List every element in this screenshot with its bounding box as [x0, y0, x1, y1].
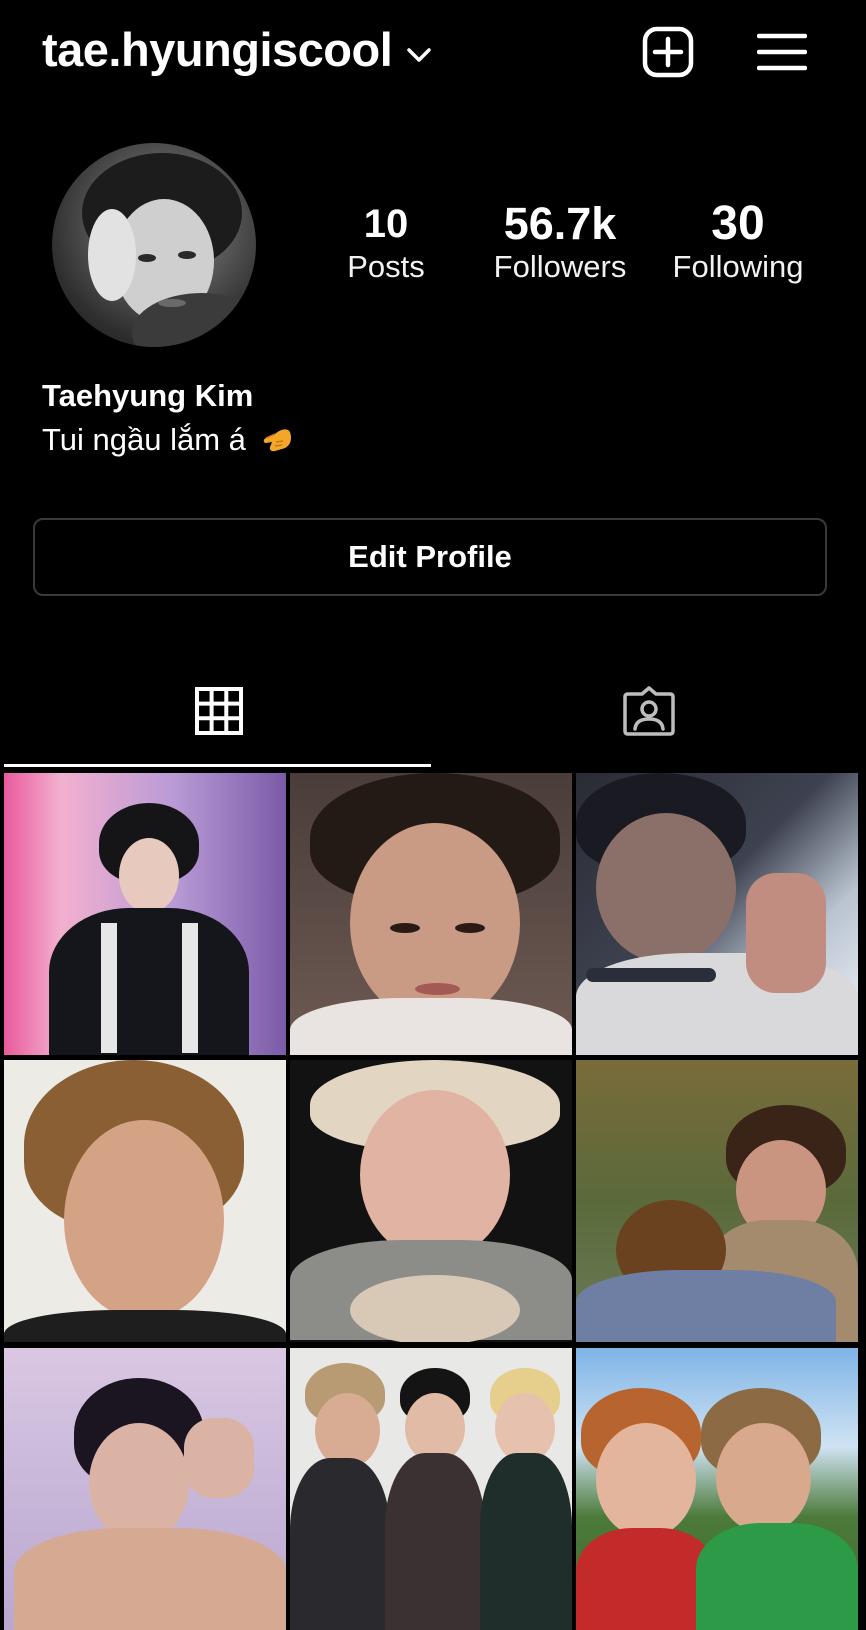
tagged-user-icon — [623, 686, 675, 736]
followers-count: 56.7k — [503, 198, 617, 249]
posts-count: 10 — [363, 202, 409, 246]
account-switcher[interactable]: tae.hyungiscool — [42, 18, 432, 82]
menu-icon — [757, 33, 807, 71]
followers-label: Followers — [493, 249, 627, 284]
tab-grid[interactable] — [4, 656, 434, 766]
post-thumbnail-9[interactable] — [576, 1348, 858, 1630]
display-name: Taehyung Kim — [42, 378, 254, 413]
following-count: 30 — [711, 197, 765, 250]
post-thumbnail-3[interactable] — [576, 773, 858, 1055]
new-post-button[interactable] — [638, 22, 698, 82]
tab-tagged[interactable] — [434, 656, 864, 766]
profile-screen: tae.hyungiscool 10 Posts 56.7k Followers… — [0, 0, 866, 1630]
profile-avatar[interactable] — [52, 143, 256, 347]
following-label: Following — [672, 249, 804, 284]
followers-stat[interactable]: 56.7k Followers — [485, 200, 635, 286]
bio: Tui ngầu lắm á — [42, 418, 294, 462]
pointing-hand-emoji-icon — [263, 429, 291, 452]
post-thumbnail-4[interactable] — [4, 1060, 286, 1342]
post-thumbnail-2[interactable] — [290, 773, 572, 1055]
avatar-photo — [82, 153, 256, 347]
menu-button[interactable] — [752, 22, 812, 82]
active-tab-indicator — [4, 764, 431, 767]
edit-profile-button[interactable]: Edit Profile — [33, 518, 827, 596]
grid-icon — [195, 687, 243, 735]
username: tae.hyungiscool — [42, 23, 393, 76]
following-stat[interactable]: 30 Following — [663, 200, 813, 286]
profile-header: tae.hyungiscool — [0, 0, 866, 100]
bio-text: Tui ngầu lắm á — [42, 422, 246, 457]
posts-stat[interactable]: 10 Posts — [330, 200, 442, 286]
chevron-down-icon — [407, 48, 432, 62]
post-thumbnail-6[interactable] — [576, 1060, 858, 1342]
posts-label: Posts — [347, 249, 425, 284]
new-post-icon — [642, 26, 694, 78]
post-thumbnail-5[interactable] — [290, 1060, 572, 1342]
post-thumbnail-8[interactable] — [290, 1348, 572, 1630]
post-thumbnail-1[interactable] — [4, 773, 286, 1055]
post-thumbnail-7[interactable] — [4, 1348, 286, 1630]
